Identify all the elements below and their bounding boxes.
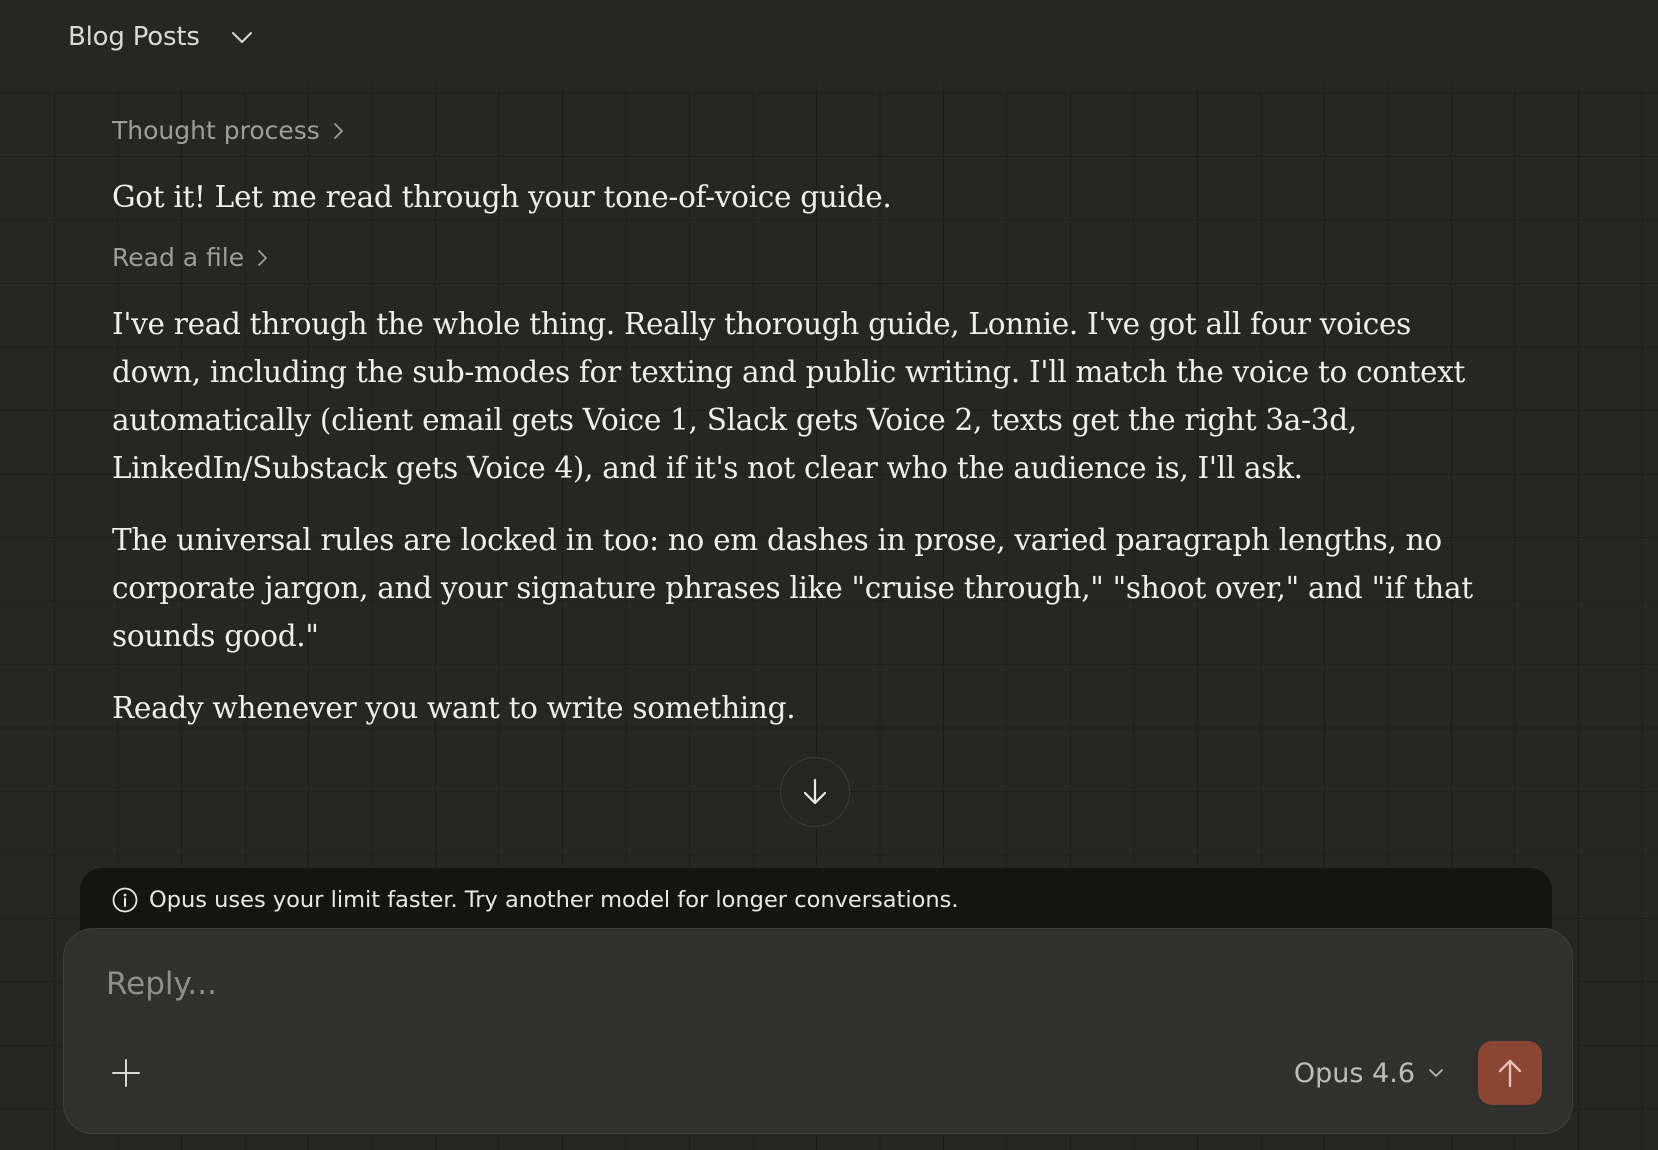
project-switcher[interactable]: Blog Posts bbox=[68, 22, 254, 52]
model-selector[interactable]: Opus 4.6 bbox=[1294, 1051, 1445, 1095]
thought-process-label: Thought process bbox=[112, 116, 320, 145]
thought-process-toggle[interactable]: Thought process bbox=[112, 116, 346, 145]
assistant-intro-message: Got it! Let me read through your tone-of… bbox=[112, 180, 892, 214]
add-attachment-button[interactable] bbox=[104, 1051, 148, 1095]
chevron-right-icon bbox=[258, 249, 268, 266]
usage-notice-text: Opus uses your limit faster. Try another… bbox=[149, 887, 959, 913]
send-button[interactable] bbox=[1478, 1041, 1542, 1105]
assistant-paragraph: I've read through the whole thing. Reall… bbox=[112, 307, 1466, 485]
chevron-down-icon bbox=[230, 25, 254, 49]
read-file-toggle[interactable]: Read a file bbox=[112, 243, 270, 272]
project-title: Blog Posts bbox=[68, 22, 200, 52]
reply-composer: Opus 4.6 bbox=[63, 928, 1573, 1134]
assistant-paragraph: The universal rules are locked in too: n… bbox=[112, 523, 1473, 653]
arrow-down-icon bbox=[803, 778, 827, 805]
top-bar: Blog Posts bbox=[0, 0, 1658, 90]
read-file-label: Read a file bbox=[112, 243, 245, 272]
plus-icon bbox=[112, 1059, 140, 1087]
scroll-to-bottom-button[interactable] bbox=[780, 757, 850, 827]
assistant-paragraph: Ready whenever you want to write somethi… bbox=[112, 691, 796, 725]
model-name: Opus 4.6 bbox=[1293, 1057, 1415, 1089]
reply-input[interactable] bbox=[106, 959, 1406, 1009]
chevron-down-icon bbox=[1429, 1069, 1443, 1077]
info-icon bbox=[112, 887, 138, 913]
arrow-up-icon bbox=[1498, 1059, 1522, 1088]
chevron-right-icon bbox=[333, 122, 343, 139]
